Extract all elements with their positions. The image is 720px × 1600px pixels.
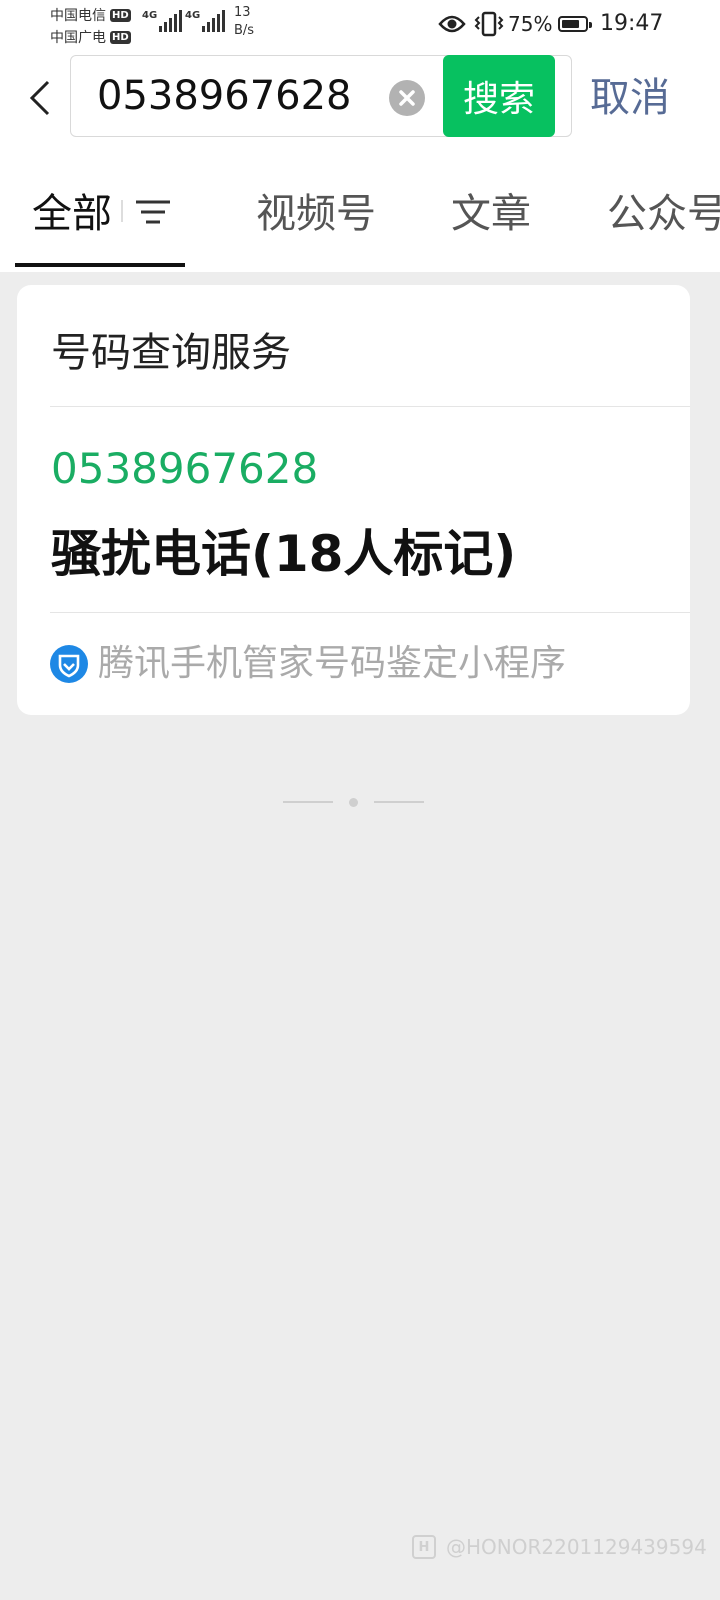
battery-icon (558, 16, 593, 32)
mini-program-label: 腾讯手机管家号码鉴定小程序 (98, 643, 567, 684)
tab-channels[interactable]: 视频号 (256, 188, 376, 240)
carrier-1: 中国电信 (50, 8, 106, 24)
watermark: H @HONOR2201129439594 (412, 1535, 707, 1559)
tencent-shield-icon (50, 645, 88, 683)
filter-icon[interactable] (120, 196, 174, 232)
tab-articles[interactable]: 文章 (451, 188, 531, 240)
eye-icon (438, 15, 466, 33)
tab-official-accounts[interactable]: 公众号 (607, 188, 720, 240)
active-tab-indicator (15, 263, 185, 267)
honor-logo-icon: H (412, 1535, 436, 1559)
clock: 19:47 (600, 11, 664, 36)
card-title: 号码查询服务 (51, 330, 291, 376)
vibrate-icon (474, 11, 504, 37)
cancel-button[interactable]: 取消 (590, 72, 670, 124)
network-type-2: 4G (185, 10, 201, 21)
status-bar: 中国电信 HD 中国广电 HD 4G 4G 13 B/s 75% 19:47 (0, 0, 720, 50)
phone-number: 0538967628 (51, 444, 319, 493)
clear-icon[interactable] (389, 80, 425, 116)
battery-percent: 75% (508, 12, 553, 36)
spam-tag: 骚扰电话(18人标记) (51, 525, 517, 583)
end-divider-left (283, 801, 333, 803)
divider (50, 612, 690, 613)
mini-program-link[interactable]: 腾讯手机管家号码鉴定小程序 (50, 641, 566, 687)
tab-all[interactable]: 全部 (32, 188, 112, 240)
network-speed: 13 B/s (234, 5, 255, 38)
back-arrow-icon[interactable] (26, 78, 56, 118)
hd-badge: HD (110, 8, 131, 22)
carrier-2: 中国广电 (50, 30, 106, 46)
end-dot (349, 798, 358, 807)
search-button[interactable]: 搜索 (443, 55, 555, 137)
network-type-1: 4G (142, 10, 158, 21)
number-lookup-card[interactable]: 号码查询服务 0538967628 骚扰电话(18人标记) 腾讯手机管家号码鉴定… (17, 285, 690, 715)
search-input[interactable] (97, 72, 387, 120)
watermark-text: @HONOR2201129439594 (446, 1535, 707, 1559)
end-divider-right (374, 801, 424, 803)
battery-level (562, 20, 579, 28)
signal-1-icon: 4G (142, 8, 184, 32)
signal-2-icon: 4G (185, 8, 227, 32)
hd-badge: HD (110, 30, 131, 44)
divider (50, 406, 690, 407)
carrier-info: 中国电信 HD 中国广电 HD (50, 4, 131, 48)
